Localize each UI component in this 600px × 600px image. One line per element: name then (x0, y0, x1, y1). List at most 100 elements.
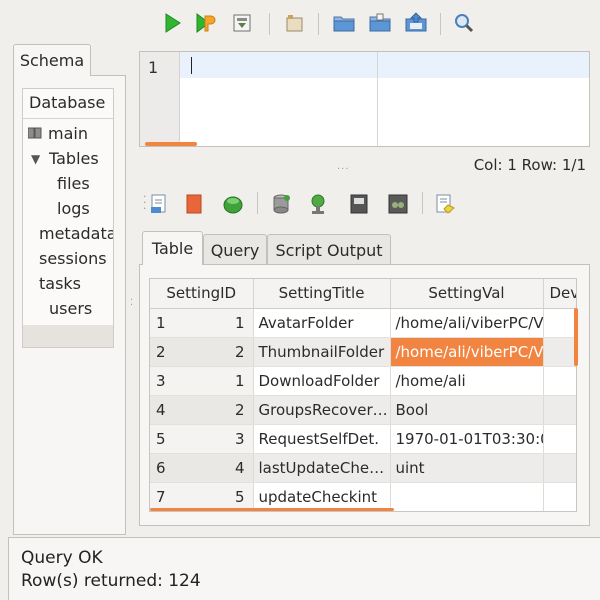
tree-item-metadata[interactable]: metadata (23, 221, 113, 246)
schema-tab[interactable]: Schema (13, 44, 91, 76)
cursor-position: Col: 1 Row: 1/1 (473, 156, 586, 174)
tree-item-main[interactable]: main (23, 121, 113, 146)
tree-item-tables[interactable]: ▼ Tables (23, 146, 113, 171)
message-area: Query OK Row(s) returned: 124 (8, 537, 600, 600)
setting-id-value: 2 (234, 400, 245, 419)
expand-triangle-icon[interactable]: ▼ (31, 152, 47, 166)
tab-script-output[interactable]: Script Output (267, 234, 391, 265)
save-as-icon[interactable] (402, 9, 430, 37)
cell-dev[interactable] (543, 395, 576, 425)
main-toolbar (0, 5, 600, 41)
cell-title[interactable]: GroupsRecover… (253, 395, 391, 425)
cell-dev[interactable] (543, 308, 576, 338)
grid-horizontal-scrollbar[interactable] (150, 508, 394, 511)
cell-dev[interactable] (543, 337, 576, 367)
cell-settingid[interactable]: 22 (150, 337, 254, 367)
save-sql-file-icon[interactable] (366, 9, 394, 37)
tree-item-sessions[interactable]: sessions (23, 246, 113, 271)
edge-margin-line (377, 52, 378, 146)
execute-current-icon[interactable] (192, 9, 220, 37)
table-row[interactable]: 4 2 GroupsRecover… Bool (150, 395, 576, 425)
export-icon[interactable] (145, 190, 173, 218)
column-header-settingtitle[interactable]: SettingTitle (253, 279, 391, 309)
cell-val[interactable]: 1970-01-01T03:30:00 : (390, 424, 544, 454)
highlight-icon[interactable] (431, 190, 459, 218)
table-row[interactable]: 7 5 updateCheckint (150, 482, 576, 511)
tab-query[interactable]: Query (203, 234, 267, 265)
database-add-icon[interactable] (267, 190, 295, 218)
line-number: 1 (148, 58, 159, 77)
status-message: Query OK (21, 548, 103, 568)
bookmark-icon[interactable] (180, 190, 208, 218)
cell-val[interactable]: /home/ali (390, 366, 544, 396)
column-header-settingval[interactable]: SettingVal (390, 279, 544, 309)
execute-all-icon[interactable] (158, 9, 186, 37)
editor-horizontal-scrollbar[interactable] (145, 142, 197, 146)
setting-id-value: 3 (234, 429, 245, 448)
tree-item-label: logs (57, 199, 90, 218)
cell-val[interactable]: /home/ali/viberPC/Vitt (390, 337, 544, 367)
table-row[interactable]: 6 4 lastUpdateChe… uint (150, 453, 576, 483)
cell-settingid[interactable]: 53 (150, 424, 254, 454)
table-header-row: SettingID SettingTitle SettingVal Dev (150, 279, 576, 309)
tree-item-label: Tables (49, 149, 99, 168)
cell-title[interactable]: DownloadFolder (253, 366, 391, 396)
cell-dev[interactable] (543, 366, 576, 396)
new-tab-icon[interactable] (280, 9, 308, 37)
column-header-settingid[interactable]: SettingID (150, 279, 254, 309)
row-number: 6 (156, 458, 166, 477)
cell-dev[interactable] (543, 482, 576, 511)
row-number: 5 (156, 429, 166, 448)
table-row[interactable]: 2 2 ThumbnailFolder/home/ali/viberPC/Vitt (150, 337, 576, 367)
sql-editor[interactable]: 1 (139, 51, 590, 147)
tree-item-label: metadata (39, 224, 114, 243)
cell-settingid[interactable]: 64 (150, 453, 254, 483)
results-toolbar (139, 186, 590, 222)
schema-tree: Database main ▼ Tables files logs metada… (22, 88, 114, 348)
splitter-handle[interactable]: ··· (337, 164, 350, 175)
cell-title[interactable]: RequestSelfDet. (253, 424, 391, 454)
save-results-icon[interactable] (228, 9, 256, 37)
cell-dev[interactable] (543, 453, 576, 483)
row-number: 7 (156, 487, 166, 506)
find-icon[interactable] (450, 9, 478, 37)
cell-settingid[interactable]: 11 (150, 308, 254, 338)
tree-item-tasks[interactable]: tasks (23, 271, 113, 296)
tree-item-files[interactable]: files (23, 171, 113, 196)
database-connect-icon[interactable] (304, 190, 332, 218)
row-number: 4 (156, 400, 166, 419)
cell-val[interactable]: Bool (390, 395, 544, 425)
table-row[interactable]: 11AvatarFolder/home/ali/viberPC/Vitc (150, 308, 576, 338)
results-grid[interactable]: SettingID SettingTitle SettingVal Dev 11… (149, 278, 577, 512)
tree-item-users[interactable]: users (23, 296, 113, 321)
print-icon[interactable] (384, 190, 412, 218)
green-sphere-icon[interactable] (219, 190, 247, 218)
copy-column-icon[interactable] (345, 190, 373, 218)
cell-title[interactable]: ThumbnailFolder (253, 337, 391, 367)
tree-header-database: Database (23, 89, 113, 119)
setting-id-value: 4 (234, 458, 245, 477)
row-number: 2 (156, 342, 166, 361)
column-header-dev[interactable]: Dev (543, 279, 576, 309)
cell-dev[interactable] (543, 424, 576, 454)
cell-settingid[interactable]: 31 (150, 366, 254, 396)
line-number-gutter: 1 (140, 52, 180, 146)
cell-settingid[interactable]: 42 (150, 395, 254, 425)
panel-grip: · · (130, 295, 134, 311)
cell-title[interactable]: lastUpdateChe… (253, 453, 391, 483)
tree-item-logs[interactable]: logs (23, 196, 113, 221)
cell-settingid[interactable]: 75 (150, 482, 254, 511)
table-row[interactable]: 3 1 DownloadFolder/home/ali (150, 366, 576, 396)
cell-title[interactable]: updateCheckint (253, 482, 391, 511)
setting-id-value: 1 (234, 371, 245, 390)
open-sql-file-icon[interactable] (330, 9, 358, 37)
tab-table[interactable]: Table (142, 231, 203, 265)
cell-val[interactable]: uint (390, 453, 544, 483)
tree-item-label: files (57, 174, 90, 193)
cell-title[interactable]: AvatarFolder (253, 308, 391, 338)
grid-vertical-scrollbar[interactable] (574, 308, 578, 366)
cell-val[interactable] (390, 482, 544, 511)
row-number: 3 (156, 371, 166, 390)
table-row[interactable]: 53RequestSelfDet.1970-01-01T03:30:00 : (150, 424, 576, 454)
cell-val[interactable]: /home/ali/viberPC/Vitc (390, 308, 544, 338)
